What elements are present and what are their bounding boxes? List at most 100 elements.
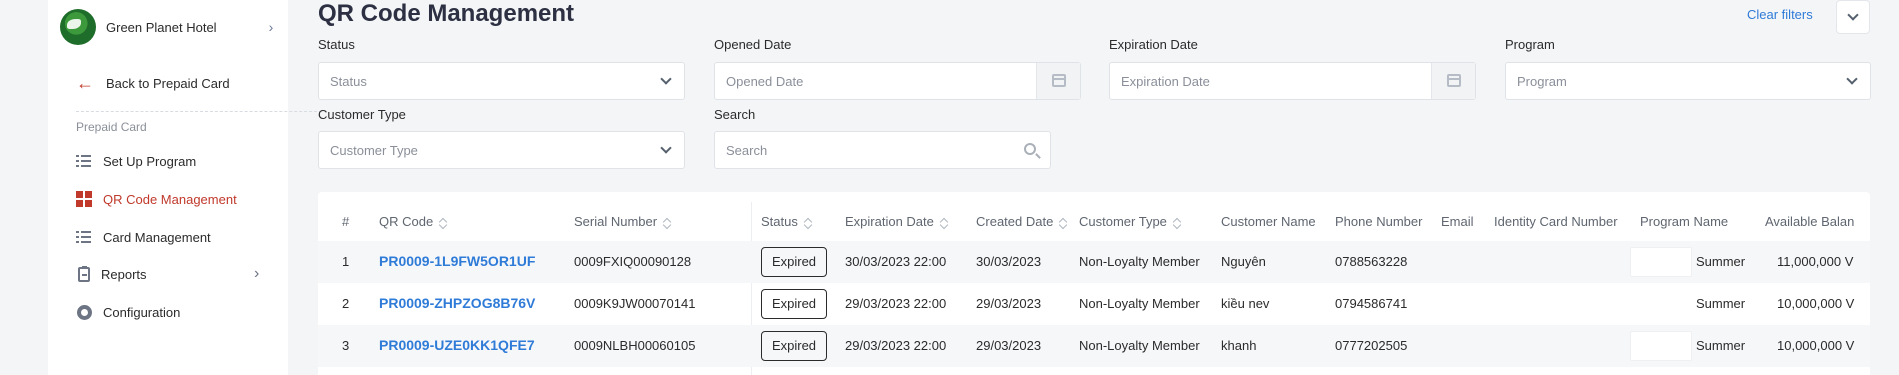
- status-select[interactable]: Status: [318, 62, 685, 100]
- customer-type: Non-Loyalty Member: [1079, 254, 1200, 269]
- opened-date-calendar-button[interactable]: [1036, 63, 1080, 99]
- column-header-label: Status: [761, 214, 798, 229]
- sidebar-divider: [76, 111, 322, 112]
- expiration-date-label: Expiration Date: [1109, 37, 1198, 52]
- column-header-status[interactable]: Status: [761, 214, 812, 229]
- expiration-date: 29/03/2023 22:00: [845, 338, 947, 353]
- phone-number: 0777202505: [1335, 338, 1408, 353]
- calendar-icon: [1052, 74, 1066, 87]
- table-row[interactable]: 1 PR0009-1L9FW5OR1UF 0009FXIQ00090128 Ex…: [318, 241, 1870, 283]
- column-header-available-balance: Available Balan: [1765, 214, 1855, 229]
- sort-icon: [1173, 217, 1181, 229]
- table-row[interactable]: 2 PR0009-ZHPZOG8B76V 0009K9JW00070141 Ex…: [318, 283, 1870, 325]
- created-date: 30/03/2023: [976, 254, 1042, 269]
- sidebar-item-label: QR Code Management: [103, 191, 237, 207]
- sidebar-item-label: Set Up Program: [103, 153, 197, 169]
- column-header-label: Serial Number: [574, 214, 658, 229]
- column-header-label: QR Code: [379, 214, 434, 229]
- available-balance: 10,000,000 V: [1777, 338, 1855, 353]
- status-filter-label: Status: [318, 37, 355, 52]
- row-index: 1: [342, 254, 350, 269]
- status-badge: Expired: [761, 289, 827, 319]
- clear-filters-link[interactable]: Clear filters: [1747, 7, 1813, 22]
- column-header-expiration-date[interactable]: Expiration Date: [845, 214, 948, 229]
- qr-code-link[interactable]: PR0009-1L9FW5OR1UF: [379, 253, 535, 269]
- main-content: QR Code Management Clear filters Status …: [318, 0, 1871, 375]
- column-header-index: #: [342, 214, 350, 229]
- back-label: Back to Prepaid Card: [106, 75, 230, 91]
- search-placeholder: Search: [726, 143, 768, 158]
- available-balance: 11,000,000 V: [1777, 254, 1854, 269]
- customer-name: kiều nev: [1221, 296, 1270, 311]
- serial-number: 0009K9JW00070141: [574, 296, 696, 311]
- sidebar-item-reports[interactable]: Reports ›: [76, 264, 276, 284]
- column-header-program-name: Program Name: [1640, 214, 1729, 229]
- serial-number: 0009NLBH00060105: [574, 338, 696, 353]
- customer-type: Non-Loyalty Member: [1079, 296, 1200, 311]
- available-balance: 10,000,000 V: [1777, 296, 1855, 311]
- opened-date-label: Opened Date: [714, 37, 792, 52]
- expiration-date: 29/03/2023 22:00: [845, 296, 947, 311]
- created-date: 29/03/2023: [976, 338, 1042, 353]
- customer-type-select[interactable]: Customer Type: [318, 131, 685, 169]
- program-name: Summer: [1696, 338, 1746, 353]
- column-header-email: Email: [1441, 214, 1474, 229]
- collapse-filters-button[interactable]: [1836, 0, 1870, 34]
- column-header-serial-number[interactable]: Serial Number: [574, 214, 671, 229]
- program-select[interactable]: Program: [1505, 62, 1871, 100]
- expiration-date-calendar-button[interactable]: [1431, 63, 1475, 99]
- qr-code-link[interactable]: PR0009-UZE0KK1QFE7: [379, 337, 535, 353]
- program-name: Summer: [1696, 296, 1746, 311]
- sort-icon: [439, 217, 447, 229]
- sidebar-item-qr-code-management[interactable]: QR Code Management: [76, 189, 237, 209]
- chevron-down-icon: [660, 142, 672, 154]
- opened-date-input[interactable]: Opened Date: [714, 62, 1081, 100]
- sidebar: Green Planet Hotel › ← Back to Prepaid C…: [48, 0, 322, 375]
- opened-date-placeholder: Opened Date: [726, 74, 804, 89]
- sort-icon: [663, 217, 671, 229]
- program-name: Summer: [1696, 254, 1746, 269]
- page-title: QR Code Management: [318, 0, 575, 27]
- sidebar-item-set-up-program[interactable]: Set Up Program: [76, 151, 196, 171]
- status-badge: Expired: [761, 331, 827, 361]
- expiration-date-input[interactable]: Expiration Date: [1109, 62, 1476, 100]
- serial-number: 0009FXIQ00090128: [574, 254, 692, 269]
- customer-name: Nguyên: [1221, 254, 1266, 269]
- column-header-label: Created Date: [976, 214, 1054, 229]
- search-input[interactable]: Search: [714, 131, 1051, 169]
- calendar-icon: [1447, 74, 1461, 87]
- list-icon: [76, 153, 92, 169]
- search-icon[interactable]: [1024, 143, 1036, 155]
- customer-type-label: Customer Type: [318, 107, 406, 122]
- arrow-left-icon: ←: [76, 73, 94, 93]
- created-date: 29/03/2023: [976, 296, 1042, 311]
- status-placeholder: Status: [330, 74, 367, 89]
- program-image-placeholder: [1630, 247, 1692, 277]
- status-badge: Expired: [761, 247, 827, 277]
- qr-code-table: # QR Code Serial Number Status Expiratio…: [318, 192, 1870, 375]
- grid-icon: [76, 191, 92, 207]
- program-image-placeholder: [1630, 331, 1692, 361]
- expiration-date-placeholder: Expiration Date: [1121, 74, 1210, 89]
- sidebar-section-title: Prepaid Card: [76, 120, 147, 134]
- chevron-down-icon: [1847, 9, 1859, 21]
- table-header: # QR Code Serial Number Status Expiratio…: [318, 214, 1870, 234]
- column-header-created-date[interactable]: Created Date: [976, 214, 1067, 229]
- table-row[interactable]: 3 PR0009-UZE0KK1QFE7 0009NLBH00060105 Ex…: [318, 325, 1870, 367]
- program-filter-label: Program: [1505, 37, 1555, 52]
- column-header-label: Customer Type: [1079, 214, 1167, 229]
- qr-code-link[interactable]: PR0009-ZHPZOG8B76V: [379, 295, 535, 311]
- column-header-customer-type[interactable]: Customer Type: [1079, 214, 1181, 229]
- back-to-prepaid-card-link[interactable]: ← Back to Prepaid Card: [76, 73, 230, 93]
- left-gutter: [0, 0, 48, 375]
- customer-type: Non-Loyalty Member: [1079, 338, 1200, 353]
- chevron-down-icon: [1846, 73, 1858, 85]
- sidebar-item-card-management[interactable]: Card Management: [76, 227, 211, 247]
- sidebar-item-configuration[interactable]: Configuration: [76, 302, 180, 322]
- hotel-switcher[interactable]: Green Planet Hotel ›: [60, 8, 278, 46]
- column-header-identity-card-number: Identity Card Number: [1494, 214, 1618, 229]
- sort-icon: [1059, 217, 1067, 229]
- column-header-customer-name: Customer Name: [1221, 214, 1316, 229]
- column-header-qr-code[interactable]: QR Code: [379, 214, 447, 229]
- row-index: 2: [342, 296, 350, 311]
